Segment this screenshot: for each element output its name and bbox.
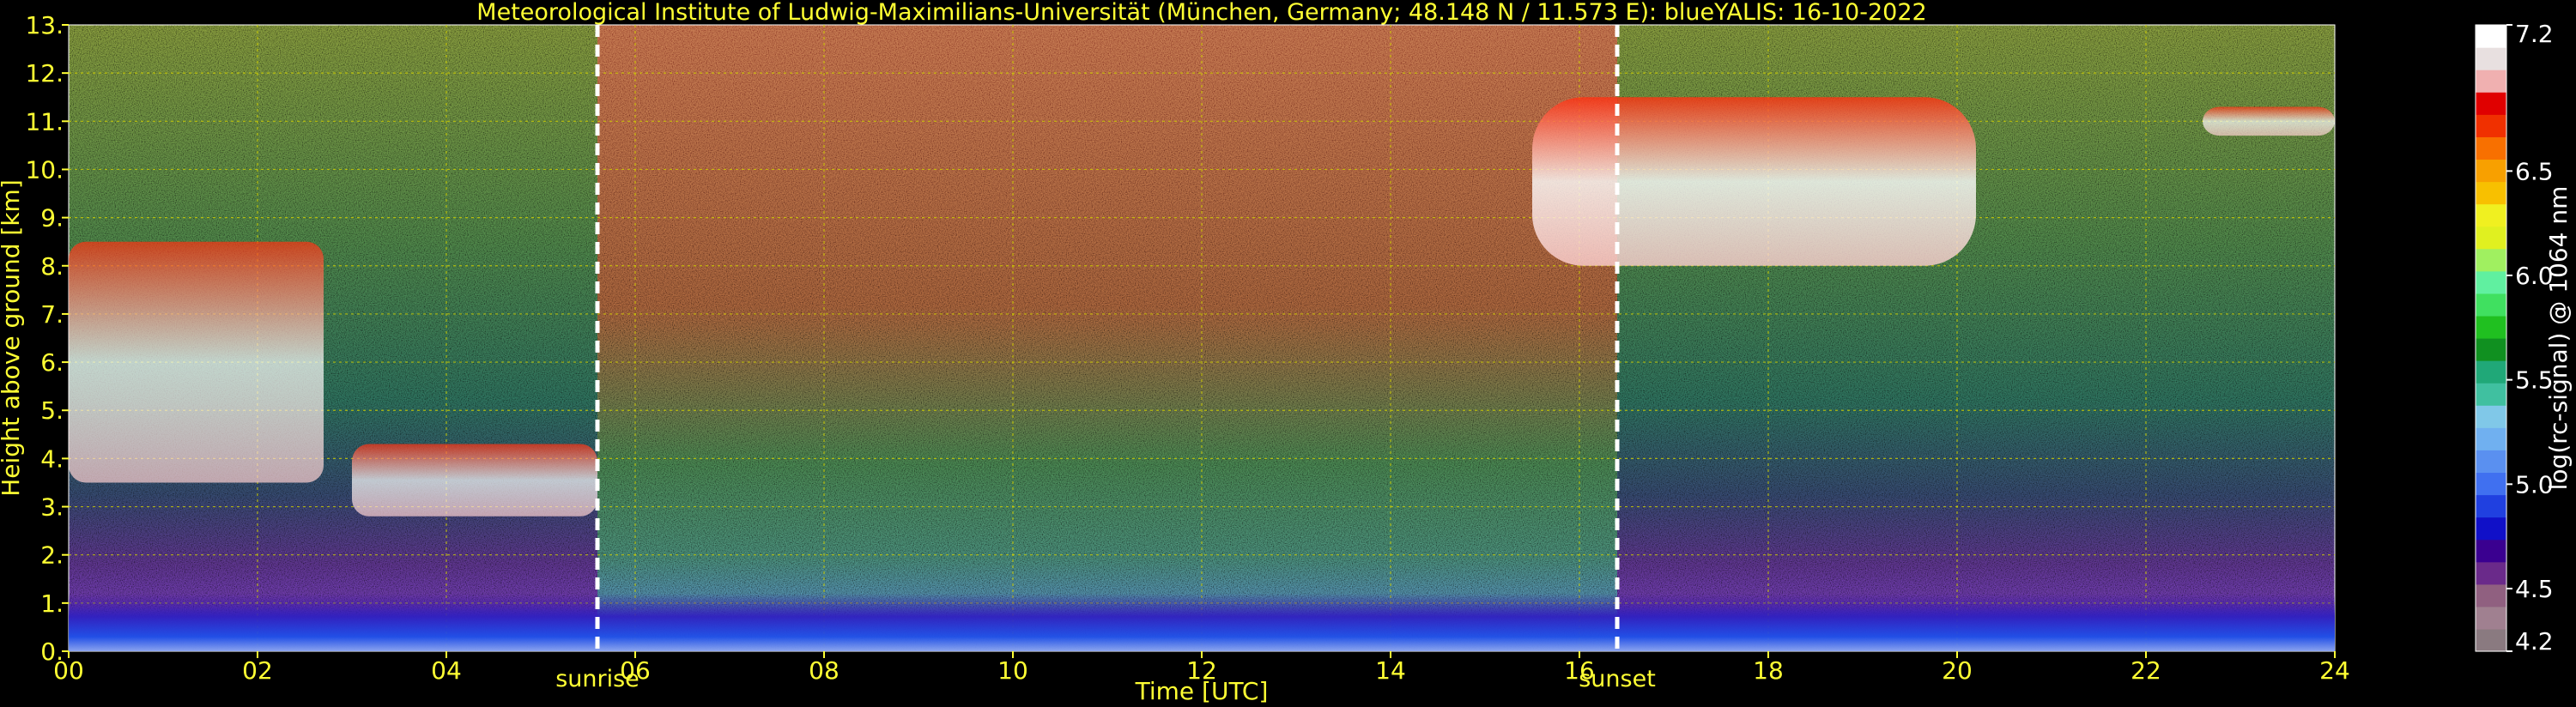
- x-tick-label: 08: [809, 656, 839, 685]
- colorbar-swatch-10: [2476, 405, 2506, 428]
- colorbar-swatch-22: [2476, 136, 2506, 160]
- colorbar: 4.24.55.05.56.06.57.2 log(rc-signal) @ 1…: [2475, 20, 2573, 656]
- y-axis-label: Height above ground [km]: [0, 179, 25, 497]
- x-tick-label: 22: [2131, 656, 2161, 685]
- colorbar-swatch-14: [2476, 315, 2506, 339]
- y-tick-label: 3.: [40, 493, 64, 522]
- y-axis: 0. 1. 2. 3. 4. 5. 6. 7. 8. 9. 10. 11. 12. 13.: [25, 11, 69, 666]
- y-tick-label: 12.: [25, 59, 64, 88]
- colorbar-swatch-1: [2476, 606, 2506, 630]
- colorbar-swatches: [2476, 25, 2506, 652]
- colorbar-tick-label: 4.2: [2515, 627, 2554, 656]
- y-tick-label: 9.: [40, 204, 64, 233]
- y-tick-label: 8.: [40, 252, 64, 281]
- colorbar-swatch-27: [2476, 25, 2506, 48]
- colorbar-label: log(rc-signal) @ 1064 nm: [2544, 186, 2573, 491]
- y-tick-label: 5.: [40, 396, 64, 425]
- y-tick-label: 11.: [25, 107, 64, 136]
- y-tick-label: 0.: [40, 638, 64, 666]
- colorbar-swatch-6: [2476, 494, 2506, 518]
- feature-cirrus-0: [1532, 97, 1976, 266]
- y-tick-label: 6.: [40, 348, 64, 377]
- colorbar-swatch-0: [2476, 628, 2506, 652]
- feature-boundary-layer-4: [69, 593, 2335, 651]
- colorbar-swatch-24: [2476, 92, 2506, 115]
- colorbar-swatch-9: [2476, 427, 2506, 450]
- colorbar-tick-label: 6.5: [2515, 157, 2554, 185]
- x-tick-label: 02: [242, 656, 273, 685]
- colorbar-swatch-13: [2476, 338, 2506, 361]
- x-axis-label: Time [UTC]: [1135, 677, 1269, 705]
- colorbar-swatch-15: [2476, 293, 2506, 317]
- colorbar-swatch-26: [2476, 47, 2506, 70]
- colorbar-swatch-5: [2476, 517, 2506, 541]
- colorbar-swatch-20: [2476, 181, 2506, 205]
- colorbar-tick-label: 4.5: [2515, 575, 2554, 603]
- x-tick-label: 14: [1375, 656, 1406, 685]
- colorbar-swatch-2: [2476, 583, 2506, 607]
- x-tick-label: 16: [1564, 656, 1595, 685]
- colorbar-swatch-19: [2476, 203, 2506, 227]
- y-tick-label: 2.: [40, 541, 64, 570]
- colorbar-swatch-12: [2476, 360, 2506, 384]
- colorbar-swatch-25: [2476, 69, 2506, 93]
- colorbar-swatch-11: [2476, 383, 2506, 406]
- feature-cloud-2: [352, 444, 597, 517]
- colorbar-tick-label: 7.2: [2515, 20, 2554, 48]
- y-tick-label: 10.: [25, 155, 64, 184]
- lidar-chart: sunrise sunset 00 02 04 06 08 10 12 14 16 18 20 22 24…: [0, 0, 2573, 705]
- x-tick-label: 04: [431, 656, 462, 685]
- colorbar-swatch-4: [2476, 539, 2506, 563]
- feature-cloud-3: [2203, 106, 2335, 136]
- x-tick-label: 10: [997, 656, 1028, 685]
- y-tick-label: 4.: [40, 444, 64, 473]
- chart-title: Meteorological Institute of Ludwig-Maxim…: [476, 0, 1926, 26]
- y-tick-label: 7.: [40, 300, 64, 329]
- x-tick-label: 06: [620, 656, 651, 685]
- y-tick-label: 1.: [40, 589, 64, 618]
- colorbar-swatch-7: [2476, 472, 2506, 496]
- colorbar-swatch-8: [2476, 450, 2506, 474]
- colorbar-swatch-18: [2476, 226, 2506, 250]
- x-tick-label: 18: [1753, 656, 1784, 685]
- y-tick-label: 13.: [25, 11, 64, 39]
- colorbar-swatch-3: [2476, 561, 2506, 585]
- colorbar-swatch-17: [2476, 248, 2506, 272]
- x-tick-label: 24: [2319, 656, 2350, 685]
- plot-area: sunrise sunset: [68, 24, 2336, 692]
- feature-cloud-1: [69, 241, 324, 483]
- colorbar-swatch-16: [2476, 270, 2506, 294]
- colorbar-swatch-23: [2476, 114, 2506, 137]
- x-tick-label: 20: [1942, 656, 1973, 685]
- colorbar-swatch-21: [2476, 159, 2506, 183]
